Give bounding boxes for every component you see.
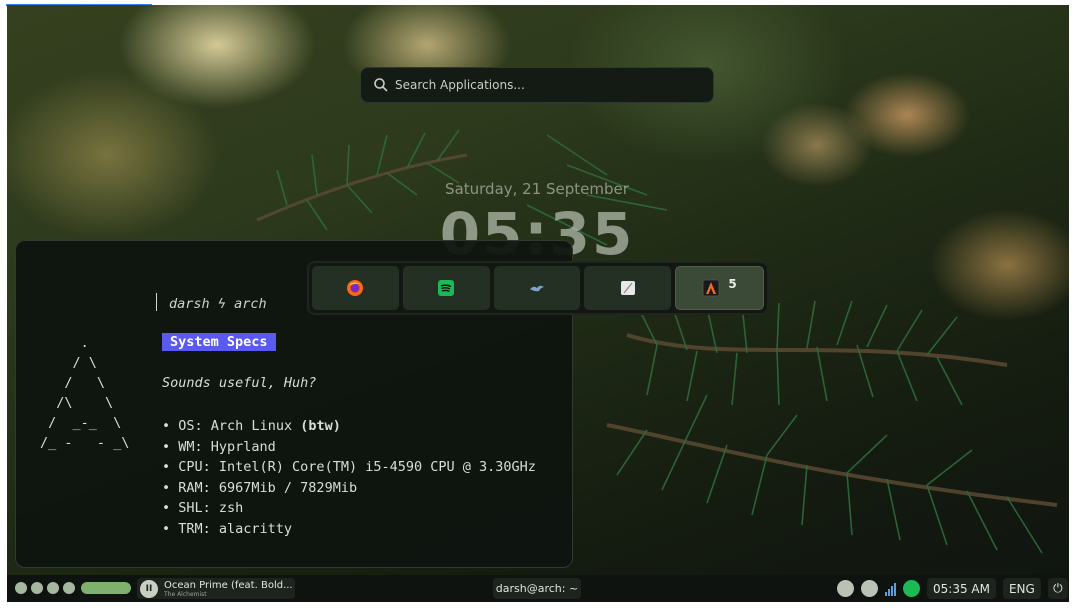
workspace-switcher	[15, 582, 131, 594]
search-placeholder: Search Applications...	[395, 78, 525, 92]
language-indicator[interactable]: ENG	[1002, 578, 1041, 599]
clock[interactable]: 05:35 AM	[927, 578, 996, 599]
text-editor-icon	[620, 281, 635, 295]
taskbar: II Ocean Prime (feat. Bold... The Alchem…	[7, 575, 1069, 602]
prompt-user: darsh	[169, 296, 210, 312]
volume-icon[interactable]	[861, 580, 878, 597]
spec-list: OS: Arch Linux (btw) WM: Hyprland CPU: I…	[162, 416, 536, 539]
prompt-separator: ϟ	[217, 296, 226, 312]
bird-icon	[529, 285, 544, 292]
spotify-tray-icon[interactable]	[903, 580, 920, 597]
track-artist: The Alchemist	[164, 590, 207, 598]
spec-wm: WM: Hyprland	[162, 437, 536, 458]
system-specs-badge: System Specs	[162, 333, 276, 351]
alacritty-icon	[703, 279, 720, 297]
spec-os: OS: Arch Linux (btw)	[162, 416, 536, 437]
spec-shell: SHL: zsh	[162, 498, 536, 519]
spec-ram: RAM: 6967Mib / 7829Mib	[162, 478, 536, 499]
desktop-wallpaper: Search Applications... Saturday, 21 Sept…	[7, 5, 1069, 575]
media-player[interactable]: II Ocean Prime (feat. Bold... The Alchem…	[137, 578, 295, 599]
workspace-3[interactable]	[47, 582, 59, 594]
spotify-icon	[438, 280, 455, 296]
track-title: Ocean Prime (feat. Bold...	[164, 579, 293, 591]
clock-date: Saturday, 21 September	[445, 180, 629, 198]
dock-app-alacritty[interactable]: 5	[675, 266, 764, 310]
system-tray: 05:35 AM ENG ⏻	[837, 578, 1068, 599]
prompt-host: arch	[234, 296, 267, 312]
dock-app-firefox[interactable]	[312, 266, 399, 310]
arch-ascii-logo: . / \ / \ /\ \ / _-_ \ /_ - - _\	[40, 335, 130, 451]
cursor-bar	[156, 293, 157, 311]
dock-app-bird[interactable]	[493, 266, 581, 310]
play-pause-button[interactable]: II	[140, 579, 158, 598]
app-dock: 5	[307, 261, 769, 315]
tray-app-icon[interactable]	[837, 580, 854, 597]
active-window-title[interactable]: darsh@arch: ~	[493, 578, 581, 599]
search-icon	[374, 78, 388, 92]
app-search-bar[interactable]: Search Applications...	[360, 67, 714, 103]
workspace-active[interactable]	[81, 582, 131, 594]
firefox-icon	[347, 280, 364, 296]
workspace-2[interactable]	[31, 582, 43, 594]
window-count: 5	[728, 277, 737, 291]
signal-strength-icon[interactable]	[885, 582, 896, 596]
workspace-4[interactable]	[63, 582, 75, 594]
dock-app-spotify[interactable]	[402, 266, 490, 310]
terminal-tagline: Sounds useful, Huh?	[162, 375, 317, 391]
terminal-prompt: darsh ϟ arch	[156, 293, 267, 312]
spec-cpu: CPU: Intel(R) Core(TM) i5-4590 CPU @ 3.3…	[162, 457, 536, 478]
workspace-1[interactable]	[15, 582, 27, 594]
spec-terminal: TRM: alacritty	[162, 519, 536, 540]
power-icon[interactable]: ⏻	[1047, 578, 1068, 599]
dock-app-text-editor[interactable]	[584, 266, 672, 310]
